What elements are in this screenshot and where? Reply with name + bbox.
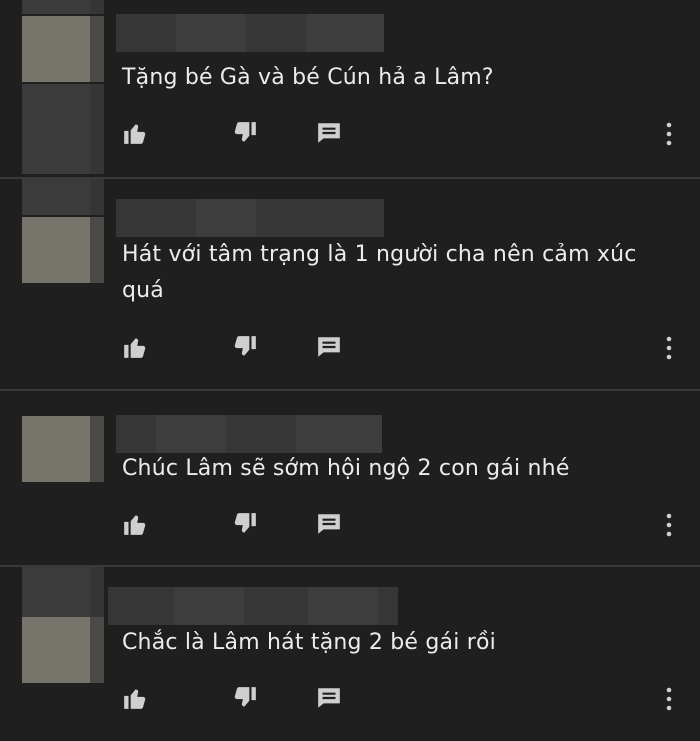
comment-text: Chắc là Lâm hát tặng 2 bé gái rồi (122, 630, 496, 655)
comment-actions (122, 685, 682, 713)
avatar[interactable] (22, 617, 104, 683)
avatar-blur (22, 567, 104, 617)
thumb-up-icon[interactable] (122, 120, 150, 148)
comment-item: Chắc là Lâm hát tặng 2 bé gái rồi (0, 567, 700, 741)
avatar-blur (22, 179, 104, 215)
comment-actions (122, 120, 682, 148)
reply-comment-icon[interactable] (316, 511, 344, 539)
author-name-blurred[interactable] (108, 587, 398, 625)
thumb-down-icon[interactable] (232, 120, 260, 148)
avatar-blur (22, 84, 104, 174)
avatar[interactable] (22, 16, 104, 82)
comment-text: Chúc Lâm sẽ sớm hội ngộ 2 con gái nhé (122, 456, 570, 481)
author-name-blurred[interactable] (116, 199, 384, 237)
comment-text: Tặng bé Gà và bé Cún hả a Lâm? (122, 65, 494, 90)
thumb-up-icon[interactable] (122, 685, 150, 713)
more-vertical-icon[interactable] (662, 334, 676, 362)
thumb-up-icon[interactable] (122, 511, 150, 539)
reply-comment-icon[interactable] (316, 685, 344, 713)
author-name-blurred[interactable] (116, 415, 382, 453)
author-name-blurred[interactable] (116, 14, 384, 52)
comment-actions (122, 511, 682, 539)
comment-item: Tặng bé Gà và bé Cún hả a Lâm? (0, 0, 700, 176)
avatar[interactable] (22, 217, 104, 283)
comment-actions (122, 334, 682, 362)
thumb-down-icon[interactable] (232, 334, 260, 362)
comment-item: Chúc Lâm sẽ sớm hội ngộ 2 con gái nhé (0, 391, 700, 565)
comment-item: Hát với tâm trạng là 1 người cha nên cảm… (0, 179, 700, 389)
thumb-up-icon[interactable] (122, 334, 150, 362)
thumb-down-icon[interactable] (232, 685, 260, 713)
more-vertical-icon[interactable] (662, 685, 676, 713)
more-vertical-icon[interactable] (662, 511, 676, 539)
comment-text: Hát với tâm trạng là 1 người cha nên cảm… (122, 242, 637, 303)
reply-comment-icon[interactable] (316, 120, 344, 148)
more-vertical-icon[interactable] (662, 120, 676, 148)
thumb-down-icon[interactable] (232, 511, 260, 539)
avatar[interactable] (22, 416, 104, 482)
reply-comment-icon[interactable] (316, 334, 344, 362)
